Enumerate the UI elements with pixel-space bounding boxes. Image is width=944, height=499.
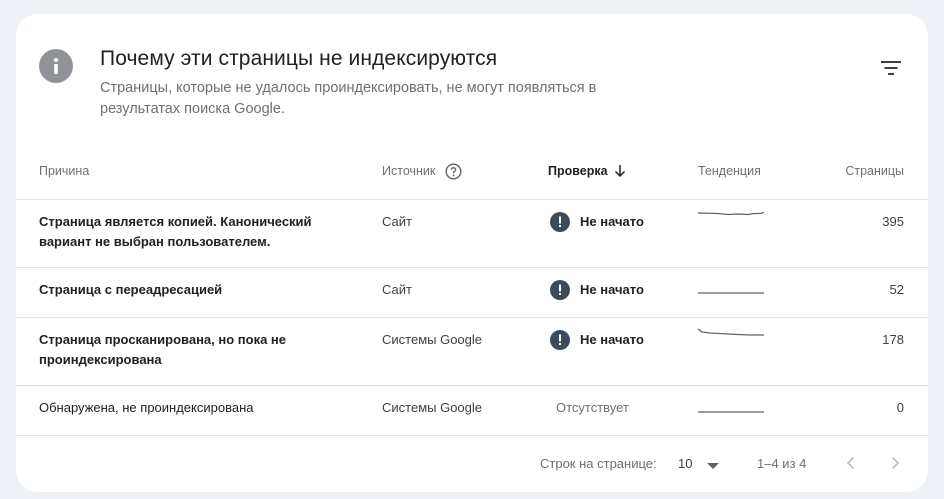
chevron-left-icon[interactable] xyxy=(840,452,862,474)
chevron-down-icon[interactable] xyxy=(706,458,720,469)
column-header-source-label: Источник xyxy=(382,164,436,178)
row-divider xyxy=(16,385,928,386)
row-check-label: Отсутствует xyxy=(556,400,629,415)
trend-sparkline xyxy=(698,411,764,413)
row-reason: Страница просканирована, но пока не прои… xyxy=(39,332,286,367)
column-header-pages[interactable]: Страницы xyxy=(836,162,904,180)
row-check-status: Не начато xyxy=(550,280,644,300)
row-divider xyxy=(16,267,928,268)
row-pages-count: 0 xyxy=(896,400,904,415)
info-icon xyxy=(39,49,73,83)
row-reason: Страница является копией. Канонический в… xyxy=(39,214,312,249)
card-title: Почему эти страницы не индексируются xyxy=(100,47,498,70)
row-source: Системы Google xyxy=(382,332,483,347)
filter-icon[interactable] xyxy=(876,54,906,82)
row-source: Сайт xyxy=(382,214,412,229)
non-indexed-reasons-card: Почему эти страницы не индексируются Стр… xyxy=(16,14,928,492)
column-header-check-label: Проверка xyxy=(548,164,608,178)
row-pages-count: 395 xyxy=(882,214,904,229)
rows-per-page-value[interactable]: 10 xyxy=(678,455,692,473)
header-divider xyxy=(16,199,928,200)
row-divider xyxy=(16,317,928,318)
row-reason: Страница с переадресацией xyxy=(39,282,223,297)
row-pages-count: 178 xyxy=(882,332,904,347)
row-check-status: Отсутствует xyxy=(556,398,629,418)
row-source: Сайт xyxy=(382,282,412,297)
row-divider xyxy=(16,435,928,436)
rows-per-page-label: Строк на странице: xyxy=(540,456,657,471)
trend-sparkline xyxy=(698,328,764,336)
column-header-source[interactable]: Источник xyxy=(382,162,462,180)
row-check-label: Не начато xyxy=(580,282,644,297)
arrow-down-icon xyxy=(614,164,626,178)
row-pages-count: 52 xyxy=(889,282,904,297)
row-source: Системы Google xyxy=(382,400,483,415)
column-header-reason[interactable]: Причина xyxy=(39,162,89,180)
column-header-reason-label: Причина xyxy=(39,164,90,178)
column-header-trend: Тенденция xyxy=(698,162,761,180)
column-header-check[interactable]: Проверка xyxy=(548,162,626,180)
exclamation-circle-icon xyxy=(550,280,570,300)
row-reason: Обнаружена, не проиндексирована xyxy=(39,400,254,415)
row-check-status: Не начато xyxy=(550,330,644,350)
row-check-status: Не начато xyxy=(550,212,644,232)
chevron-right-icon[interactable] xyxy=(884,452,906,474)
exclamation-circle-icon xyxy=(550,212,570,232)
column-header-pages-label: Страницы xyxy=(845,164,904,178)
trend-sparkline xyxy=(698,292,764,294)
trend-sparkline xyxy=(698,211,764,216)
row-check-label: Не начато xyxy=(580,332,644,347)
row-check-label: Не начато xyxy=(580,214,644,229)
exclamation-circle-icon xyxy=(550,330,570,350)
pagination-range: 1–4 из 4 xyxy=(757,456,807,471)
help-circle-icon[interactable] xyxy=(444,162,462,180)
column-header-trend-label: Тенденция xyxy=(698,164,761,178)
card-subtitle: Страницы, которые не удалось проиндексир… xyxy=(100,80,597,117)
